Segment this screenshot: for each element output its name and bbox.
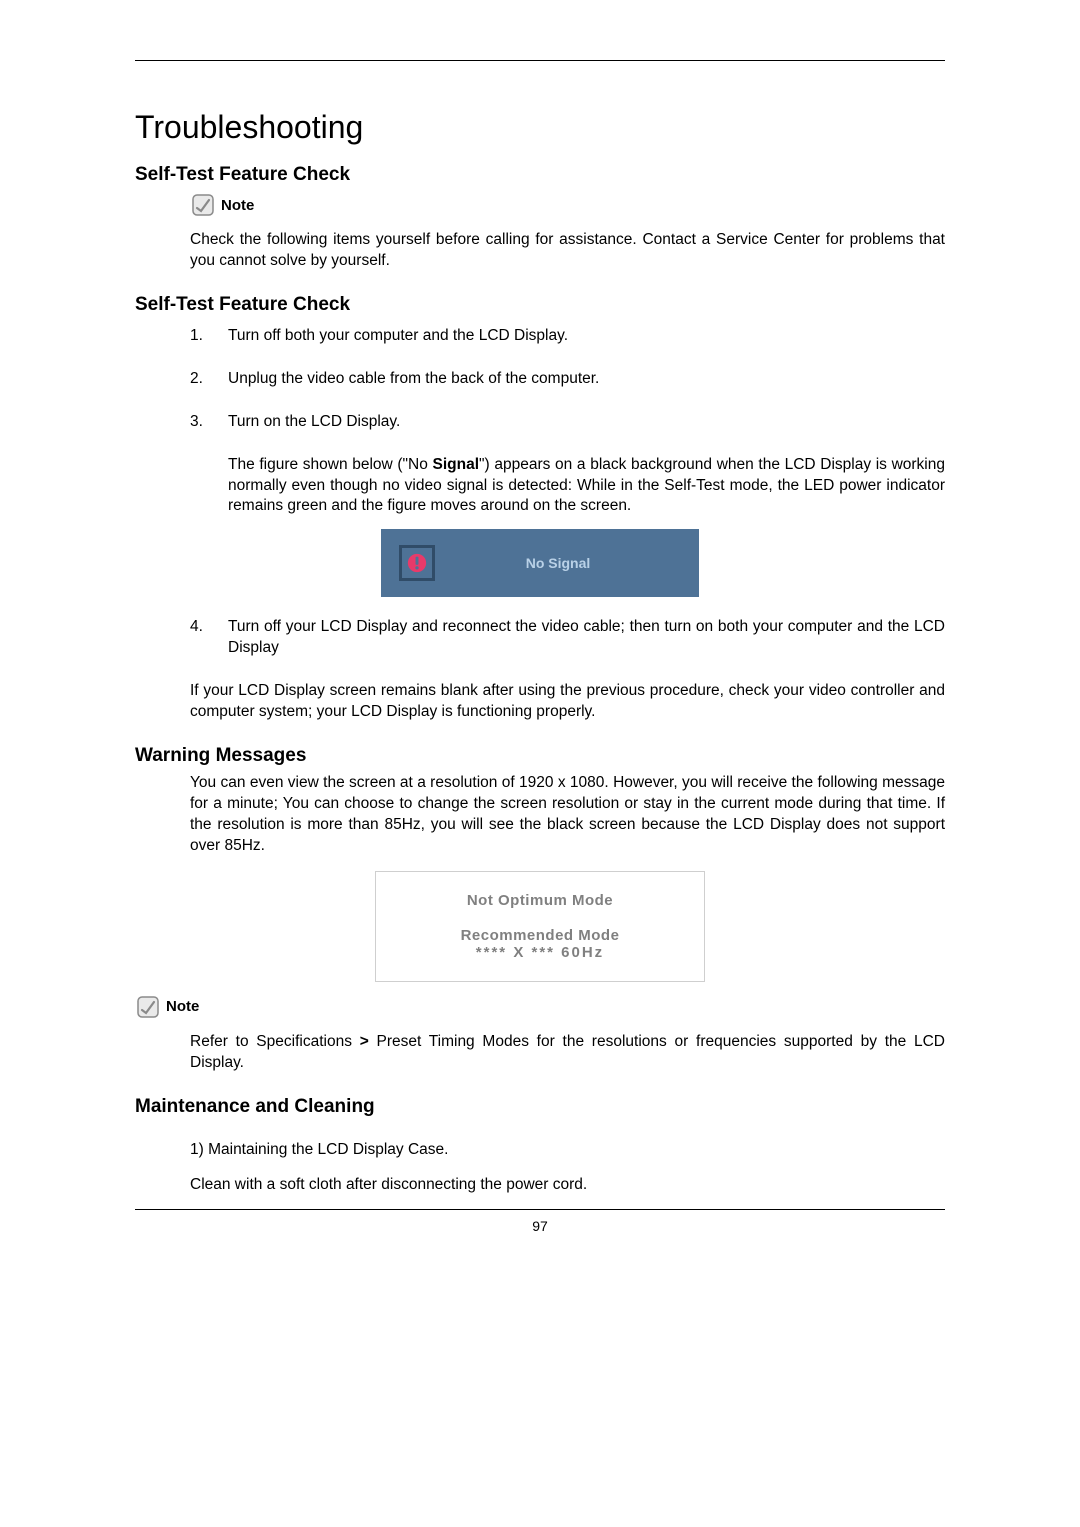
list-number: 1. — [190, 326, 228, 347]
section-heading-warning-messages: Warning Messages — [135, 745, 945, 767]
no-signal-text: No Signal — [435, 555, 681, 571]
list-text: Turn on the LCD Display. — [228, 412, 945, 433]
list-text: Unplug the video cable from the back of … — [228, 369, 945, 390]
mode-line-3: **** X *** 60Hz — [392, 944, 688, 961]
text-fragment: Refer to Specifications — [190, 1033, 360, 1050]
list-number: 3. — [190, 412, 228, 433]
warning-paragraph: You can even view the screen at a resolu… — [190, 773, 945, 857]
document-page: Troubleshooting Self-Test Feature Check … — [0, 0, 1080, 1274]
mode-line-1: Not Optimum Mode — [392, 892, 688, 909]
note-label: Note — [221, 197, 254, 214]
warning-icon-frame — [399, 545, 435, 581]
section-heading-self-test-1: Self-Test Feature Check — [135, 164, 945, 186]
procedure-list-continued: 4. Turn off your LCD Display and reconne… — [190, 617, 945, 659]
note-paragraph: Check the following items yourself befor… — [190, 230, 945, 272]
note-label: Note — [166, 998, 199, 1015]
maintenance-p1: 1) Maintaining the LCD Display Case. — [190, 1140, 945, 1161]
page-number: 97 — [135, 1218, 945, 1234]
list-number: 2. — [190, 369, 228, 390]
closing-paragraph: If your LCD Display screen remains blank… — [190, 681, 945, 723]
list-item: 2. Unplug the video cable from the back … — [190, 369, 945, 390]
procedure-list: 1. Turn off both your computer and the L… — [190, 326, 945, 433]
page-title: Troubleshooting — [135, 109, 945, 146]
note-row: Note — [135, 994, 945, 1020]
maintenance-p2: Clean with a soft cloth after disconnect… — [190, 1175, 945, 1196]
list-number: 4. — [190, 617, 228, 638]
bottom-rule — [135, 1209, 945, 1210]
mode-line-2: Recommended Mode — [392, 927, 688, 944]
note-paragraph-specs: Refer to Specifications > Preset Timing … — [190, 1032, 945, 1074]
step3-subparagraph: The figure shown below ("No Signal") app… — [228, 455, 945, 518]
list-item: 1. Turn off both your computer and the L… — [190, 326, 945, 347]
note-icon — [135, 994, 161, 1020]
list-text: Turn off your LCD Display and reconnect … — [228, 617, 945, 659]
note-icon — [190, 192, 216, 218]
no-signal-dialog: No Signal — [381, 529, 699, 597]
text-fragment: The figure shown below ("No — [228, 456, 433, 473]
mode-dialog: Not Optimum Mode Recommended Mode **** X… — [375, 871, 705, 982]
note-row: Note — [190, 192, 945, 218]
warning-icon — [406, 552, 428, 574]
list-text: Turn off both your computer and the LCD … — [228, 326, 945, 347]
section-heading-self-test-2: Self-Test Feature Check — [135, 294, 945, 316]
top-rule — [135, 60, 945, 61]
greater-than-bold: > — [360, 1033, 369, 1050]
signal-bold: Signal — [433, 456, 480, 473]
section-heading-maintenance: Maintenance and Cleaning — [135, 1096, 945, 1118]
list-item: 4. Turn off your LCD Display and reconne… — [190, 617, 945, 659]
list-item: 3. Turn on the LCD Display. — [190, 412, 945, 433]
